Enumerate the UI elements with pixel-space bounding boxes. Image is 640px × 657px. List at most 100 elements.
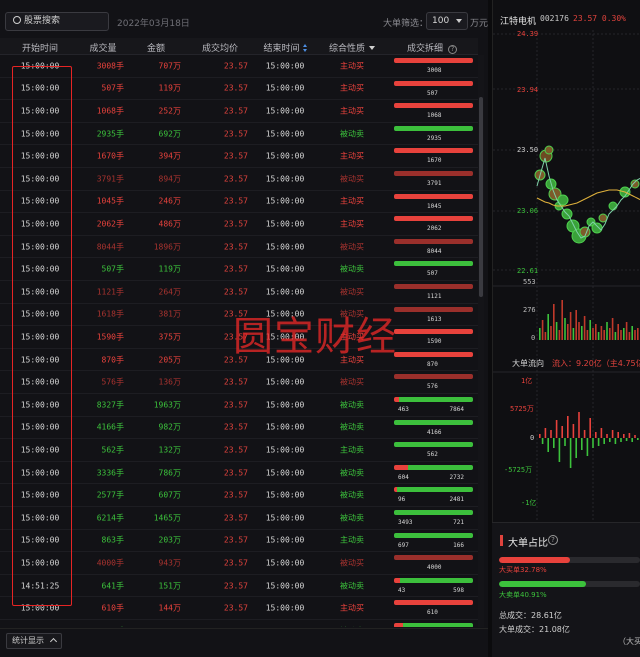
title-accent [500,535,503,546]
big-sell-bar-fill [499,581,587,587]
flow-bar [625,438,628,441]
nature-cell: 主动买 [340,355,364,365]
avg-price-cell: 23.57 [223,377,248,387]
table-row[interactable]: 15:00:00 1618手 381万 23.57 15:00:00 被动买 1613 [0,304,478,327]
scrollbar-thumb[interactable] [479,97,483,297]
volume-bar [553,304,555,340]
volume-bar [614,332,617,340]
start-time-cell: 15:00:00 [20,490,60,500]
start-time-cell: 15:00:00 [20,83,60,93]
col-volume[interactable]: 成交量 [80,41,126,54]
table-row[interactable]: 14:56:44500手118万23.6214:56:49被动卖55445 [0,620,478,627]
table-row[interactable]: 15:00:00 1121手 264万 23.57 15:00:00 被动买 1121 [0,281,478,304]
table-row[interactable]: 15:00:00 863手 203万 23.57 15:00:00 主动卖 697 166 [0,530,478,553]
flow-axis-label: 1亿 [521,377,533,385]
breakdown-bar [394,125,473,131]
big-order-volume: 大单成交：21.08亿 [499,625,570,634]
breakdown-number: 1670 [427,157,442,165]
table-row[interactable]: 15:00:00 576手 136万 23.57 15:00:00 被动买 576 [0,371,478,394]
flow-bar [595,432,597,438]
table-row[interactable]: 15:00:00 1590手 375万 23.57 15:00:00 主动买 1590 [0,326,478,349]
start-time-cell: 15:00:00 [20,445,60,455]
volume-bar [589,320,591,340]
breakdown-number: 721 [453,519,464,526]
avg-price-cell: 23.57 [223,242,248,252]
breakdown-number: 2062 [427,225,442,233]
volume-bar [625,322,628,340]
flow-bar [583,430,586,438]
table-row[interactable]: 15:00:00 1068手 252万 23.57 15:00:00 主动买 1068 [0,100,478,123]
avg-price-cell: 23.57 [223,309,248,319]
stats-display-button[interactable]: 统计显示 [6,633,62,649]
volume-bar [583,316,586,340]
table-row[interactable]: 14:51:25 641手 151万 23.57 15:00:00 被动卖 43 598 [0,575,478,598]
end-time-cell: 15:00:00 [265,151,305,161]
avg-price-cell: 23.62 [224,626,248,627]
flow-bar [611,430,614,438]
table-row[interactable]: 15:00:00 2577手 607万 23.57 15:00:00 被动卖 96 2481 [0,484,478,507]
breakdown-bar [394,171,473,176]
table-row[interactable]: 15:00:00 1045手 246万 23.57 15:00:00 主动买 1045 [0,191,478,214]
col-start-time[interactable]: 开始时间 [0,41,80,54]
table-row[interactable]: 15:00:00 6214手 1465万 23.57 15:00:00 被动卖 3493 72… [0,507,478,530]
table-row[interactable]: 15:00:00 8044手 1896万 23.57 15:00:00 被动买 8044 [0,236,478,259]
amount-cell: 203万 [158,535,181,545]
table-row[interactable]: 15:00:00 3008手 707万 23.57 15:00:00 主动买 3008 [0,55,478,78]
end-time-cell: 15:00:00 [265,219,305,229]
volume-cell: 4166手 [96,422,124,432]
volume-bar [617,324,619,340]
breakdown-bar [394,238,473,244]
start-time-cell: 15:00:00 [20,603,60,613]
col-avg-price[interactable]: 成交均价 [190,41,250,54]
table-row[interactable]: 15:00:00 3791手 894万 23.57 15:00:00 被动买 3791 [0,168,478,191]
table-row[interactable]: 15:00:00 507手 119万 23.57 15:00:00 主动买 507 [0,78,478,101]
volume-bar [623,328,625,340]
amount-cell: 943万 [158,558,181,568]
volume-bar [541,320,544,340]
table-row[interactable]: 15:00:00 2062手 486万 23.57 15:00:00 主动买 2062 [0,213,478,236]
col-amount[interactable]: 金额 [130,41,182,54]
nature-cell: 主动买 [340,83,364,93]
table-row[interactable]: 15:00:00 4166手 982万 23.57 15:00:00 被动卖 4166 [0,417,478,440]
order-bubble [591,222,603,234]
table-row[interactable]: 15:00:00 562手 132万 23.57 15:00:00 主动卖 562 [0,439,478,462]
avg-price-cell: 23.57 [223,535,248,545]
stock-search-input[interactable]: 股票搜索 [5,12,109,31]
avg-price-cell: 23.57 [223,196,248,206]
table-row[interactable]: 15:00:00 870手 205万 23.57 15:00:00 主动买 870 [0,349,478,372]
avg-price-cell: 23.57 [223,83,248,93]
end-time-cell: 15:00:00 [265,174,305,184]
toolbar: 股票搜索 2022年03月18日 大单筛选： 100 万元 [0,0,488,40]
col-nature[interactable]: 综合性质 [322,41,382,54]
breakdown-bar [394,261,473,267]
end-time-cell: 15:00:00 [265,287,305,297]
start-time-cell: 15:00:00 [20,332,60,342]
help-icon[interactable]: ? [548,535,558,545]
filter-threshold-select[interactable]: 100 [426,12,468,30]
col-end-time[interactable]: 结束时间 [252,41,318,54]
nature-cell: 主动卖 [340,535,364,545]
table-row[interactable]: 15:00:00 8327手 1963万 23.57 15:00:00 被动卖 463 786… [0,394,478,417]
sell-segment [397,487,473,493]
table-row[interactable]: 15:00:00 1670手 394万 23.57 15:00:00 主动买 1670 [0,145,478,168]
buy-segment [394,103,473,109]
table-row[interactable]: 15:00:00 507手 119万 23.57 15:00:00 被动卖 507 [0,258,478,281]
sell-segment [402,623,473,627]
start-time-cell: 15:00:00 [20,174,60,184]
breakdown-number: 43 [398,586,406,594]
big-order-bubbles [534,145,640,244]
amount-cell: 607万 [158,490,181,500]
flow-bar [628,433,631,438]
table-row[interactable]: 15:00:00 610手 144万 23.57 15:00:00 主动买 610 [0,597,478,620]
table-row[interactable]: 15:00:00 2935手 692万 23.57 15:00:00 被动卖 2935 [0,123,478,146]
table-row[interactable]: 15:00:00 4000手 943万 23.57 15:00:00 被动买 4000 [0,552,478,575]
buy-segment [394,216,473,222]
amount-cell: 144万 [158,603,181,613]
flow-bar [541,438,544,444]
search-placeholder: 股票搜索 [24,16,61,26]
col-breakdown[interactable]: 成交拆细? [392,41,472,54]
table-scrollbar[interactable] [478,55,484,627]
filter-unit: 万元 [470,19,489,29]
buy-segment [394,306,473,312]
table-row[interactable]: 15:00:00 3336手 786万 23.57 15:00:00 被动卖 604 2732 [0,462,478,485]
